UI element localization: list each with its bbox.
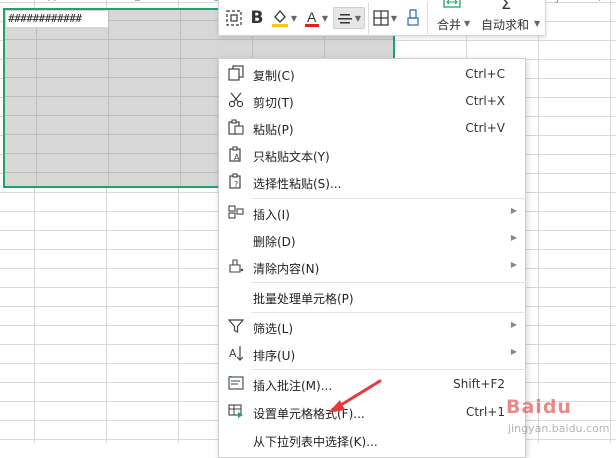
menu-item-cut[interactable]: 剪切(T) Ctrl+X xyxy=(219,88,525,114)
chevron-right-icon: ▶ xyxy=(510,260,517,269)
menu-item-label: 清除内容(N) xyxy=(253,262,320,276)
chevron-down-icon: ▼ xyxy=(534,19,541,28)
chevron-right-icon: ▶ xyxy=(510,206,517,215)
copy-icon xyxy=(227,65,245,83)
menu-item-label: 插入(I) xyxy=(253,208,290,222)
eraser-icon xyxy=(407,9,419,26)
clear-icon xyxy=(227,258,245,276)
menu-item-label: 只粘贴文本(Y) xyxy=(253,150,330,164)
chevron-down-icon: ▼ xyxy=(390,13,398,23)
menu-item-label: 剪切(T) xyxy=(253,96,294,110)
chevron-down-icon: ▼ xyxy=(321,13,329,23)
menu-item-sort[interactable]: A 排序(U) ▶ xyxy=(219,341,525,367)
menu-item-label: 筛选(L) xyxy=(253,322,294,336)
watermark-brand: Baidu xyxy=(506,396,572,418)
menu-item-insert[interactable]: 插入(I) ▶ xyxy=(219,200,525,226)
menu-item-shortcut: Ctrl+C xyxy=(465,67,505,81)
svg-text:?: ? xyxy=(234,180,238,189)
fill-color-button[interactable]: ▼ xyxy=(269,7,299,29)
paste-special-icon: ? xyxy=(227,173,245,191)
menu-item-clear-contents[interactable]: 清除内容(N) ▶ xyxy=(219,254,525,280)
svg-text:A: A xyxy=(307,9,317,25)
menu-item-label: 从下拉列表中选择(K)... xyxy=(253,435,378,449)
borders-button[interactable]: ▼ xyxy=(371,7,399,29)
red-arrow-annotation xyxy=(328,379,382,413)
merge-label: 合并 xyxy=(437,18,462,32)
align-center-button[interactable]: ▼ xyxy=(333,7,365,29)
menu-item-delete[interactable]: 删除(D) ▶ xyxy=(219,227,525,253)
menu-item-pick-from-list[interactable]: 从下拉列表中选择(K)... xyxy=(219,427,525,453)
borders-icon xyxy=(373,10,389,26)
menu-item-shortcut: Shift+F2 xyxy=(453,377,505,391)
baidu-watermark: Baidu jingyan.baidu.com xyxy=(498,396,616,443)
paste-text-icon: A xyxy=(227,146,245,164)
toolbar-divider xyxy=(368,2,369,34)
menu-item-label: 复制(C) xyxy=(253,69,295,83)
chevron-right-icon: ▶ xyxy=(510,347,517,356)
menu-item-label: 批量处理单元格(P) xyxy=(253,292,354,306)
clear-format-button[interactable] xyxy=(403,7,423,29)
font-color-icon: A xyxy=(304,9,319,27)
menu-item-label: 删除(D) xyxy=(253,235,296,249)
chevron-down-icon: ▼ xyxy=(464,19,471,28)
watermark-site: jingyan.baidu.com xyxy=(508,422,610,435)
chevron-right-icon: ▶ xyxy=(510,320,517,329)
menu-separator xyxy=(251,369,527,370)
align-center-icon xyxy=(337,14,352,24)
menu-item-label: 插入批注(M)... xyxy=(253,379,333,393)
mini-toolbar: B ▼ A ▼ ▼ ▼ 合并 ▼ Σ 自动求和 ▼ xyxy=(218,0,546,36)
comment-icon xyxy=(227,375,245,393)
chevron-down-icon: ▼ xyxy=(290,13,298,23)
menu-item-shortcut: Ctrl+V xyxy=(465,121,505,135)
column-header-p[interactable]: P xyxy=(598,0,605,4)
menu-item-label: 排序(U) xyxy=(253,349,296,363)
cut-icon xyxy=(227,92,245,110)
autosum-label: 自动求和 xyxy=(481,18,530,32)
column-header-b[interactable]: B xyxy=(134,0,142,4)
autosum-button[interactable]: Σ 自动求和 ▼ xyxy=(477,0,543,36)
column-header-j[interactable]: J xyxy=(556,0,559,4)
column-header-a[interactable]: A xyxy=(48,0,56,4)
svg-text:A: A xyxy=(229,347,237,360)
chevron-down-icon: ▼ xyxy=(354,13,362,23)
menu-item-label: 选择性粘贴(S)... xyxy=(253,177,342,191)
menu-item-filter[interactable]: 筛选(L) ▶ xyxy=(219,314,525,340)
sigma-icon: Σ xyxy=(501,0,512,13)
toolbar-divider xyxy=(427,2,428,34)
select-frame-icon xyxy=(226,10,242,26)
format-cells-icon xyxy=(227,403,245,421)
menu-item-label: 粘贴(P) xyxy=(253,123,294,137)
menu-separator xyxy=(251,312,527,313)
bold-icon: B xyxy=(250,8,264,28)
chevron-right-icon: ▶ xyxy=(510,233,517,242)
menu-item-batch-process[interactable]: 批量处理单元格(P) xyxy=(219,284,525,310)
format-painter-button[interactable] xyxy=(223,7,245,29)
menu-item-paste-special[interactable]: ? 选择性粘贴(S)... xyxy=(219,169,525,195)
font-color-button[interactable]: A ▼ xyxy=(303,7,329,29)
menu-item-paste[interactable]: 粘贴(P) Ctrl+V xyxy=(219,115,525,141)
menu-item-shortcut: Ctrl+X xyxy=(465,94,505,108)
menu-item-copy[interactable]: 复制(C) Ctrl+C xyxy=(219,61,525,87)
paste-icon xyxy=(227,119,245,137)
bold-button[interactable]: B xyxy=(247,7,267,29)
merge-cells-icon xyxy=(443,0,461,8)
svg-text:A: A xyxy=(234,153,240,162)
menu-separator xyxy=(251,282,527,283)
insert-icon xyxy=(227,204,245,222)
sort-icon: A xyxy=(227,345,245,363)
fill-bucket-icon xyxy=(271,9,288,27)
filter-icon xyxy=(227,318,245,336)
menu-separator xyxy=(251,198,527,199)
menu-item-paste-text-only[interactable]: A 只粘贴文本(Y) xyxy=(219,142,525,168)
active-cell[interactable]: ############ xyxy=(6,11,108,27)
merge-button[interactable]: 合并 ▼ xyxy=(431,0,473,36)
